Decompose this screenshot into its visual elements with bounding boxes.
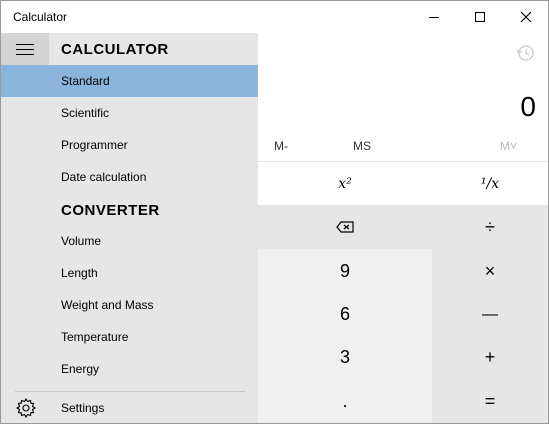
backspace-icon (336, 221, 354, 233)
nav-divider (15, 391, 245, 392)
nav-item-volume[interactable]: Volume (1, 225, 258, 257)
gear-icon (15, 397, 37, 419)
reciprocal-label: ¹/x (480, 175, 500, 192)
nav-item-label: Temperature (61, 330, 129, 344)
nav-item-label: Date calculation (61, 170, 147, 184)
settings-label: Settings (61, 401, 105, 415)
nav-item-label: Standard (61, 74, 110, 88)
navigation-pane: CALCULATOR Standard Scientific Programme… (1, 33, 258, 423)
decimal-button[interactable]: . (258, 379, 432, 423)
close-icon (520, 11, 532, 23)
nav-item-length[interactable]: Length (1, 257, 258, 289)
nav-item-scientific[interactable]: Scientific (1, 97, 258, 129)
nine-button[interactable]: 9 (258, 249, 432, 293)
square-button[interactable]: x² (258, 162, 432, 205)
memory-row: M- MS M˅ (258, 131, 548, 161)
result-display: 0 (520, 91, 536, 122)
equals-button[interactable]: = (432, 379, 548, 423)
three-label: 3 (339, 347, 350, 367)
minimize-button[interactable] (411, 1, 457, 33)
nav-item-label: Weight and Mass (61, 298, 154, 312)
divide-label: ÷ (485, 216, 495, 237)
calculator-panel: 0 M- MS M˅ x² ¹/x ÷ 9 × 6 — 3 + . = (258, 33, 548, 423)
memory-list-button[interactable]: M˅ (500, 139, 517, 153)
close-button[interactable] (503, 1, 548, 33)
backspace-button[interactable] (258, 205, 432, 249)
history-icon[interactable] (515, 42, 537, 64)
nav-item-date-calculation[interactable]: Date calculation (1, 161, 258, 193)
title-bar[interactable]: Calculator (1, 1, 548, 33)
calculator-window: Calculator 0 M- MS M˅ x² ¹/x ÷ 9 × 6 — 3… (0, 0, 549, 424)
nav-item-programmer[interactable]: Programmer (1, 129, 258, 161)
equals-label: = (484, 390, 496, 411)
hamburger-menu-button[interactable] (1, 33, 49, 65)
nav-item-label: Volume (61, 234, 102, 248)
plus-label: + (484, 347, 496, 367)
nav-item-label: Energy (61, 362, 100, 376)
reciprocal-button[interactable]: ¹/x (432, 162, 548, 205)
calculator-heading: CALCULATOR (61, 41, 169, 58)
nav-item-label: Length (61, 266, 98, 280)
six-button[interactable]: 6 (258, 293, 432, 336)
plus-button[interactable]: + (432, 336, 548, 379)
multiply-label: × (484, 260, 496, 281)
keypad: x² ¹/x ÷ 9 × 6 — 3 + . = (258, 162, 548, 423)
window-title: Calculator (13, 10, 68, 24)
memory-store-button[interactable]: MS (353, 139, 371, 153)
divide-button[interactable]: ÷ (432, 205, 548, 249)
multiply-button[interactable]: × (432, 249, 548, 293)
hamburger-icon (16, 43, 34, 45)
nav-item-standard[interactable]: Standard (1, 65, 258, 97)
nav-item-label: Programmer (61, 138, 128, 152)
minimize-icon (429, 16, 439, 18)
minus-button[interactable]: — (432, 293, 548, 336)
decimal-label: . (342, 390, 348, 411)
nine-label: 9 (339, 260, 350, 281)
square-label: x² (338, 175, 352, 192)
settings-item[interactable]: Settings (1, 393, 258, 423)
maximize-button[interactable] (457, 1, 503, 33)
nav-item-weight-and-mass[interactable]: Weight and Mass (1, 289, 258, 321)
six-label: 6 (339, 304, 350, 324)
nav-item-energy[interactable]: Energy (1, 353, 258, 385)
minus-label: — (482, 305, 498, 323)
maximize-icon (475, 12, 485, 22)
nav-item-temperature[interactable]: Temperature (1, 321, 258, 353)
converter-heading: CONVERTER (61, 202, 160, 219)
three-button[interactable]: 3 (258, 336, 432, 379)
nav-item-label: Scientific (61, 106, 110, 120)
memory-subtract-button[interactable]: M- (274, 139, 288, 153)
